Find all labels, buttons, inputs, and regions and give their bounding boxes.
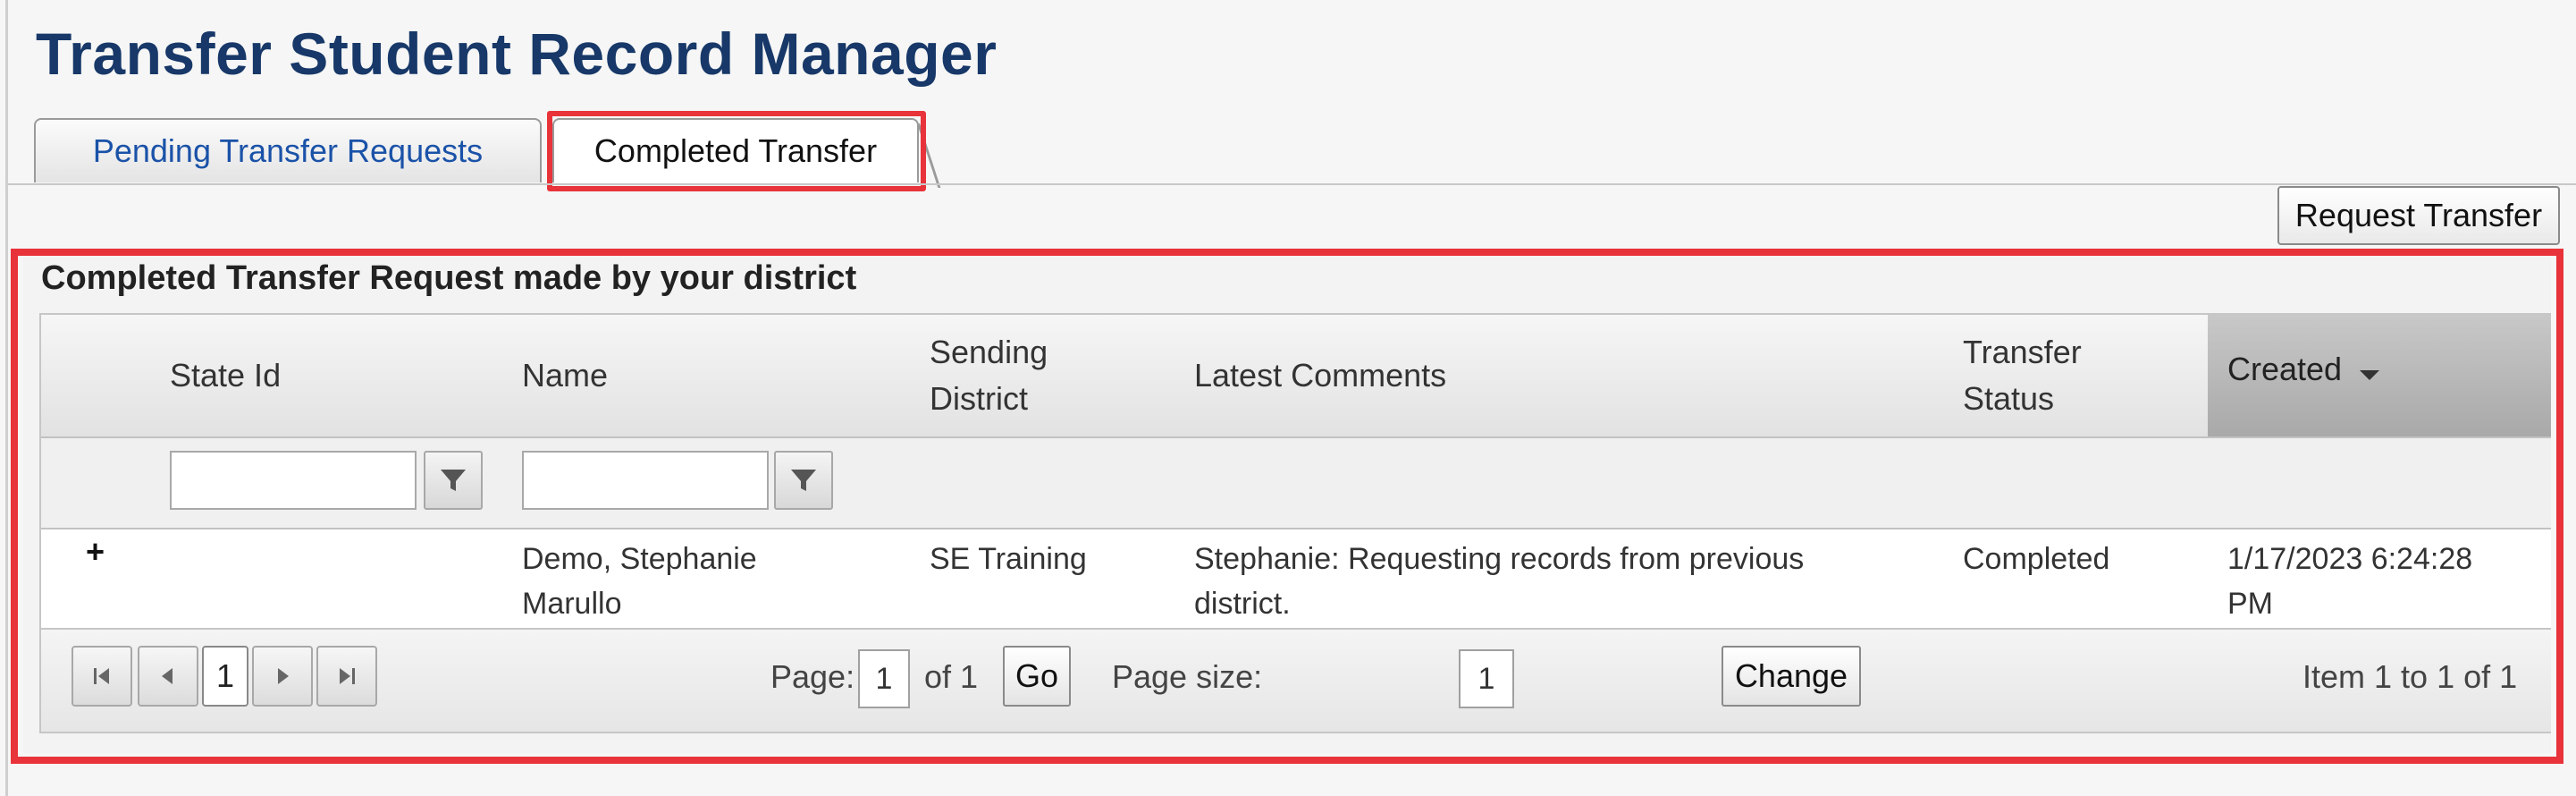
page-number-input[interactable] <box>858 649 910 708</box>
filter-icon <box>791 470 816 491</box>
page-title: Transfer Student Record Manager <box>36 21 998 87</box>
grid-filter-row <box>41 438 2551 529</box>
cell-line: Marullo <box>522 587 622 621</box>
column-header-line: District <box>930 380 1028 417</box>
column-header-latest-comments[interactable]: Latest Comments <box>1194 352 1446 399</box>
column-header-created[interactable]: Created <box>2208 315 2551 436</box>
cell-line: 1/17/2023 6:24:28 <box>2227 542 2473 576</box>
first-page-button[interactable] <box>72 646 132 707</box>
page-size-label: Page size: <box>1112 658 1263 695</box>
previous-page-icon <box>162 668 173 684</box>
name-filter-button[interactable] <box>774 451 833 510</box>
first-page-icon <box>94 668 109 684</box>
cell-line: district. <box>1194 587 1291 621</box>
cell-line: Demo, Stephanie <box>522 542 757 576</box>
next-page-icon <box>278 668 289 684</box>
cell-sending-district: SE Training <box>930 542 1087 576</box>
column-header-state-id[interactable]: State Id <box>170 352 281 399</box>
tab-label: Pending Transfer Requests <box>92 132 484 169</box>
page-size-input[interactable] <box>1459 649 1514 708</box>
panel-caption: Completed Transfer Request made by your … <box>41 259 857 297</box>
go-button[interactable]: Go <box>1003 646 1071 707</box>
cell-line: PM <box>2227 587 2273 621</box>
sort-descending-icon <box>2360 370 2379 380</box>
column-header-line: Status <box>1963 380 2055 417</box>
column-header-line: Sending <box>930 334 1048 370</box>
column-header-sending-district[interactable]: Sending District <box>930 329 1048 422</box>
tab-completed-transfer[interactable]: Completed Transfer <box>552 118 919 182</box>
state-id-filter-button[interactable] <box>424 451 483 510</box>
cell-created: 1/17/2023 6:24:28 PM <box>2227 537 2472 626</box>
request-transfer-button[interactable]: Request Transfer <box>2277 186 2560 245</box>
column-header-name[interactable]: Name <box>522 352 608 399</box>
last-page-button[interactable] <box>316 646 377 707</box>
tab-label: Completed Transfer <box>593 132 878 169</box>
next-page-button[interactable] <box>252 646 313 707</box>
last-page-icon <box>340 668 355 684</box>
state-id-filter-input[interactable] <box>170 451 417 510</box>
name-filter-input[interactable] <box>522 451 769 510</box>
cell-line: Stephanie: Requesting records from previ… <box>1194 542 1805 576</box>
column-header-label: Created <box>2227 351 2343 387</box>
page-label: Page: <box>770 658 855 695</box>
page-count-label: of 1 <box>924 658 979 695</box>
tab-strip-edge <box>917 123 941 188</box>
item-range-summary: Item 1 to 1 of 1 <box>2302 658 2518 695</box>
tab-strip-divider <box>8 183 2576 185</box>
column-header-line: Transfer <box>1963 334 2082 370</box>
cell-latest-comments: Stephanie: Requesting records from previ… <box>1194 537 1804 626</box>
tab-pending-transfer-requests[interactable]: Pending Transfer Requests <box>34 118 542 182</box>
cell-transfer-status: Completed <box>1963 542 2110 576</box>
change-page-size-button[interactable]: Change <box>1722 646 1861 707</box>
window-left-border <box>5 0 8 796</box>
column-header-transfer-status[interactable]: Transfer Status <box>1963 329 2082 422</box>
cell-name: Demo, Stephanie Marullo <box>522 537 757 626</box>
filter-icon <box>441 470 466 491</box>
page-number-button[interactable]: 1 <box>202 646 248 707</box>
grid-pager <box>41 630 2551 732</box>
previous-page-button[interactable] <box>138 646 198 707</box>
expand-row-button[interactable]: + <box>86 533 105 571</box>
